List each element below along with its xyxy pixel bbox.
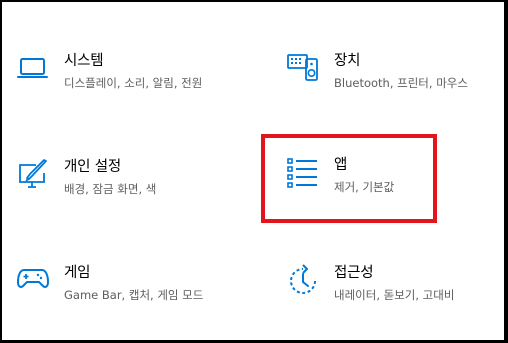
tile-description: 내레이터, 돋보기, 고대비 bbox=[334, 288, 455, 302]
tile-ease-of-access[interactable]: 접근성 내레이터, 돋보기, 고대비 bbox=[286, 264, 454, 303]
tile-gaming[interactable]: 게임 Game Bar, 캡처, 게임 모드 bbox=[16, 264, 203, 303]
tile-devices[interactable]: 장치 Bluetooth, 프린터, 마우스 bbox=[286, 52, 468, 91]
tile-personalization[interactable]: 개인 설정 배경, 잠금 화면, 색 bbox=[16, 158, 156, 197]
tile-system[interactable]: 시스템 디스플레이, 소리, 알림, 전원 bbox=[16, 52, 202, 91]
devices-icon bbox=[286, 52, 320, 86]
laptop-icon bbox=[16, 52, 50, 86]
gamepad-icon bbox=[16, 264, 50, 298]
tile-title: 접근성 bbox=[334, 265, 374, 281]
tile-title: 개인 설정 bbox=[64, 159, 121, 175]
tile-description: 배경, 잠금 화면, 색 bbox=[64, 182, 157, 196]
tile-title: 장치 bbox=[334, 53, 361, 69]
tile-description: Game Bar, 캡처, 게임 모드 bbox=[64, 288, 204, 302]
tile-description: 디스플레이, 소리, 알림, 전원 bbox=[64, 76, 203, 90]
ease-of-access-icon bbox=[286, 264, 320, 298]
tile-title: 게임 bbox=[64, 265, 91, 281]
tile-title: 시스템 bbox=[64, 53, 104, 69]
settings-window: 시스템 디스플레이, 소리, 알림, 전원 장치 Bluetooth, 프린터,… bbox=[0, 0, 508, 343]
highlight-box bbox=[261, 134, 437, 223]
tile-description: Bluetooth, 프린터, 마우스 bbox=[334, 76, 468, 90]
personalization-icon bbox=[16, 158, 50, 192]
